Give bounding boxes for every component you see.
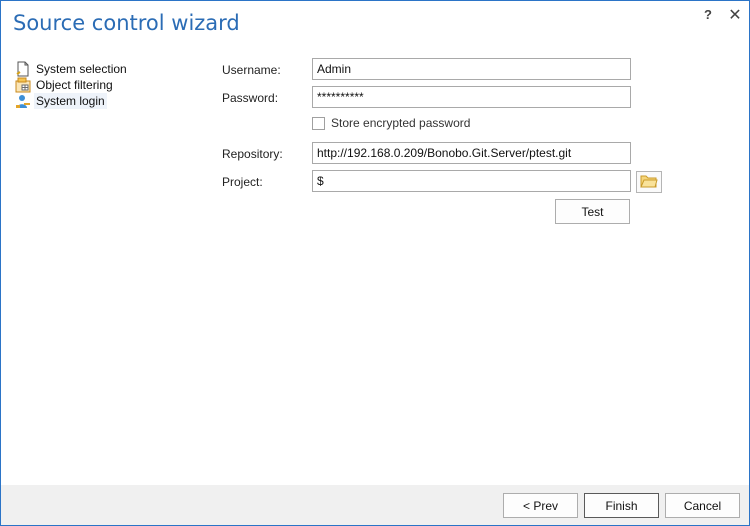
wizard-window: Source control wizard ? ✕ System selecti… xyxy=(0,0,750,526)
project-label: Project: xyxy=(222,175,263,189)
help-button[interactable]: ? xyxy=(700,7,716,22)
wizard-steps-nav: System selection Object filtering System… xyxy=(15,61,195,109)
repository-input[interactable] xyxy=(312,142,631,164)
project-input[interactable] xyxy=(312,170,631,192)
window-title: Source control wizard xyxy=(13,11,240,35)
document-icon xyxy=(15,61,31,77)
store-password-label: Store encrypted password xyxy=(331,116,471,130)
nav-item-label: System selection xyxy=(36,62,127,76)
cancel-button[interactable]: Cancel xyxy=(665,493,740,518)
nav-item-label: Object filtering xyxy=(36,78,113,92)
nav-item-system-selection[interactable]: System selection xyxy=(15,61,195,77)
store-password-checkbox[interactable] xyxy=(312,116,325,130)
close-button[interactable]: ✕ xyxy=(727,5,743,25)
browse-folder-button[interactable] xyxy=(636,171,662,193)
nav-item-system-login[interactable]: System login xyxy=(15,93,195,109)
finish-button[interactable]: Finish xyxy=(584,493,659,518)
password-label: Password: xyxy=(222,91,279,105)
repository-label: Repository: xyxy=(222,147,283,161)
username-label: Username: xyxy=(222,63,281,77)
user-login-icon xyxy=(15,93,31,109)
footer-bar: < Prev Finish Cancel xyxy=(1,485,749,525)
username-input[interactable] xyxy=(312,58,631,80)
store-password-row[interactable]: Store encrypted password xyxy=(312,116,470,130)
nav-item-object-filtering[interactable]: Object filtering xyxy=(15,77,195,93)
filter-table-icon xyxy=(15,77,31,93)
password-input[interactable] xyxy=(312,86,631,108)
test-button[interactable]: Test xyxy=(555,199,630,224)
nav-item-label: System login xyxy=(34,93,107,109)
prev-button[interactable]: < Prev xyxy=(503,493,578,518)
folder-icon xyxy=(640,174,658,191)
